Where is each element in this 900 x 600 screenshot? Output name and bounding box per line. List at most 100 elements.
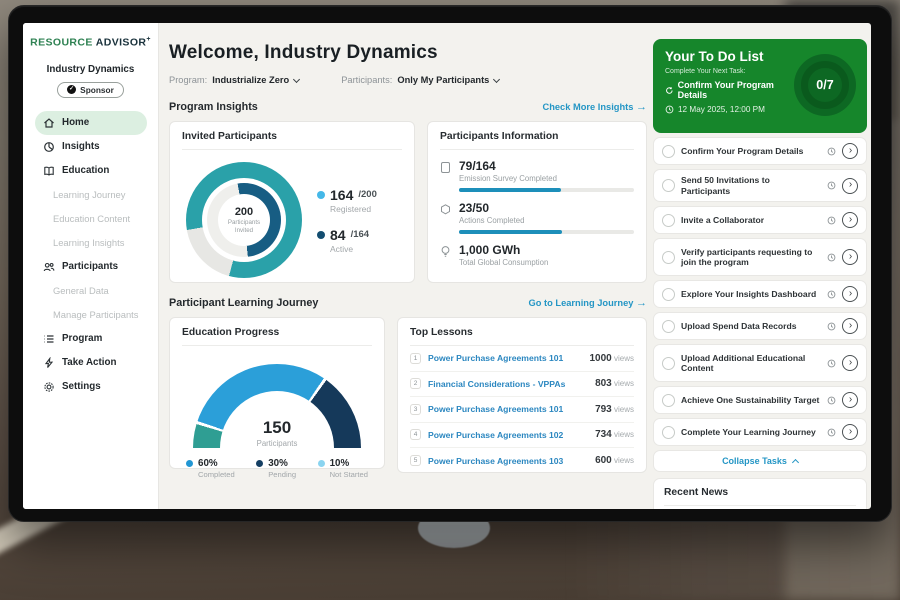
task-checkbox[interactable] bbox=[662, 251, 675, 264]
lesson-link[interactable]: Power Purchase Agreements 101 bbox=[428, 353, 590, 363]
task-row[interactable]: Verify participants requesting to join t… bbox=[653, 238, 867, 276]
lesson-rank: 4 bbox=[410, 429, 421, 440]
participants-information-card: Participants Information 79/164 Emission… bbox=[427, 121, 647, 283]
donut-center-label: Participants Invited bbox=[218, 219, 270, 235]
legend-dot-registered bbox=[317, 191, 325, 199]
clock-icon bbox=[827, 147, 836, 156]
monitor-bezel: RESOURCE ADVISOR+ Industry Dynamics ✓ Sp… bbox=[8, 5, 892, 522]
sidebar-item-participants[interactable]: Participants bbox=[35, 255, 147, 279]
sidebar-item-education[interactable]: Education bbox=[35, 159, 147, 183]
home-icon bbox=[43, 117, 55, 129]
task-chevron-button[interactable]: › bbox=[842, 178, 858, 194]
task-row[interactable]: Achieve One Sustainability Target › bbox=[653, 386, 867, 414]
task-label: Explore Your Insights Dashboard bbox=[681, 289, 821, 300]
main-content: Welcome, Industry Dynamics Program: Indu… bbox=[169, 23, 647, 509]
task-checkbox[interactable] bbox=[662, 320, 675, 333]
lesson-row: 1 Power Purchase Agreements 101 1000 vie… bbox=[410, 346, 634, 372]
refresh-icon bbox=[665, 86, 674, 95]
program-insights-title: Program Insights bbox=[169, 101, 258, 113]
actions-icon bbox=[440, 203, 451, 234]
sidebar-item-label: Home bbox=[62, 117, 89, 128]
task-chevron-button[interactable]: › bbox=[842, 143, 858, 159]
donut-legend: 164/200 Registered 84/164 Active bbox=[317, 187, 377, 254]
stat-emission-survey: 79/164 Emission Survey Completed bbox=[440, 159, 634, 192]
participants-filter-dropdown[interactable]: Participants: Only My Participants bbox=[341, 75, 499, 85]
card-title: Participants Information bbox=[440, 131, 634, 150]
clock-icon bbox=[827, 322, 836, 331]
sidebar-item-label: Settings bbox=[62, 381, 101, 392]
sidebar-nav: Home Insights Education Learning Journey… bbox=[23, 111, 158, 399]
sidebar-item-settings[interactable]: Settings bbox=[35, 375, 147, 399]
task-row[interactable]: Complete Your Learning Journey › bbox=[653, 418, 867, 446]
task-chevron-button[interactable]: › bbox=[842, 392, 858, 408]
task-checkbox[interactable] bbox=[662, 214, 675, 227]
sidebar-item-education-content[interactable]: Education Content bbox=[35, 207, 147, 231]
task-chevron-button[interactable]: › bbox=[842, 318, 858, 334]
sidebar-item-general-data[interactable]: General Data bbox=[35, 279, 147, 303]
task-row[interactable]: Upload Spend Data Records › bbox=[653, 312, 867, 340]
task-chevron-button[interactable]: › bbox=[842, 212, 858, 228]
logo-plus: + bbox=[146, 36, 151, 43]
task-checkbox[interactable] bbox=[662, 357, 675, 370]
task-checkbox[interactable] bbox=[662, 179, 675, 192]
sponsor-badge[interactable]: ✓ Sponsor bbox=[57, 82, 124, 98]
clock-icon bbox=[827, 396, 836, 405]
check-more-insights-link[interactable]: Check More Insights → bbox=[542, 101, 647, 113]
lesson-link[interactable]: Power Purchase Agreements 102 bbox=[428, 430, 595, 440]
learning-journey-title: Participant Learning Journey bbox=[169, 297, 318, 309]
filter-bar: Program: Industrialize Zero Participants… bbox=[169, 75, 647, 85]
action-bolt-icon bbox=[43, 357, 55, 369]
task-row[interactable]: Explore Your Insights Dashboard › bbox=[653, 280, 867, 308]
task-label: Confirm Your Program Details bbox=[681, 146, 821, 157]
legend-dot-pending bbox=[256, 460, 263, 467]
lesson-link[interactable]: Power Purchase Agreements 103 bbox=[428, 456, 595, 466]
task-row[interactable]: Send 50 Invitations to Participants › bbox=[653, 169, 867, 202]
task-row[interactable]: Invite a Collaborator › bbox=[653, 206, 867, 234]
sidebar-item-home[interactable]: Home bbox=[35, 111, 147, 135]
sidebar-item-manage-participants[interactable]: Manage Participants bbox=[35, 303, 147, 327]
dashboard-screen: RESOURCE ADVISOR+ Industry Dynamics ✓ Sp… bbox=[23, 23, 871, 509]
legend-dot-completed bbox=[186, 460, 193, 467]
task-chevron-button[interactable]: › bbox=[842, 355, 858, 371]
task-chevron-button[interactable]: › bbox=[842, 286, 858, 302]
program-filter-label: Program: bbox=[169, 75, 207, 85]
program-filter-dropdown[interactable]: Program: Industrialize Zero bbox=[169, 75, 299, 85]
emission-survey-progress-bar bbox=[459, 188, 634, 192]
clock-icon bbox=[827, 290, 836, 299]
insights-pie-icon bbox=[43, 141, 55, 153]
sidebar-item-program[interactable]: Program bbox=[35, 327, 147, 351]
chevron-down-icon bbox=[493, 75, 500, 82]
clock-icon bbox=[827, 181, 836, 190]
task-checkbox[interactable] bbox=[662, 394, 675, 407]
legend-not-started: 10% Not Started bbox=[318, 458, 368, 479]
lesson-link[interactable]: Financial Considerations - VPPAs bbox=[428, 379, 595, 389]
sidebar-item-learning-insights[interactable]: Learning Insights bbox=[35, 231, 147, 255]
task-checkbox[interactable] bbox=[662, 426, 675, 439]
go-to-learning-journey-link[interactable]: Go to Learning Journey → bbox=[529, 297, 647, 309]
task-row[interactable]: Upload Additional Educational Content › bbox=[653, 344, 867, 382]
actions-progress-bar bbox=[459, 230, 634, 234]
lesson-rank: 2 bbox=[410, 378, 421, 389]
card-title: Education Progress bbox=[182, 327, 372, 346]
task-label: Upload Additional Educational Content bbox=[681, 353, 821, 374]
task-label: Send 50 Invitations to Participants bbox=[681, 175, 821, 196]
lesson-views: 600 views bbox=[595, 455, 634, 466]
task-label: Invite a Collaborator bbox=[681, 215, 821, 226]
gauge-center-label: Participants bbox=[193, 439, 361, 448]
sponsor-badge-label: Sponsor bbox=[80, 85, 114, 95]
task-chevron-button[interactable]: › bbox=[842, 424, 858, 440]
sidebar-item-take-action[interactable]: Take Action bbox=[35, 351, 147, 375]
sidebar-item-insights[interactable]: Insights bbox=[35, 135, 147, 159]
donut-center-value: 200 bbox=[218, 206, 270, 218]
task-checkbox[interactable] bbox=[662, 288, 675, 301]
arrow-right-icon: → bbox=[636, 101, 647, 113]
task-row[interactable]: Confirm Your Program Details › bbox=[653, 137, 867, 165]
lesson-link[interactable]: Power Purchase Agreements 101 bbox=[428, 404, 595, 414]
sidebar-item-learning-journey[interactable]: Learning Journey bbox=[35, 183, 147, 207]
task-chevron-button[interactable]: › bbox=[842, 249, 858, 265]
lesson-row: 2 Financial Considerations - VPPAs 803 v… bbox=[410, 372, 634, 398]
lesson-views: 803 views bbox=[595, 378, 634, 389]
task-checkbox[interactable] bbox=[662, 145, 675, 158]
stat-actions-completed: 23/50 Actions Completed bbox=[440, 201, 634, 234]
collapse-tasks-link[interactable]: Collapse Tasks bbox=[653, 450, 867, 472]
